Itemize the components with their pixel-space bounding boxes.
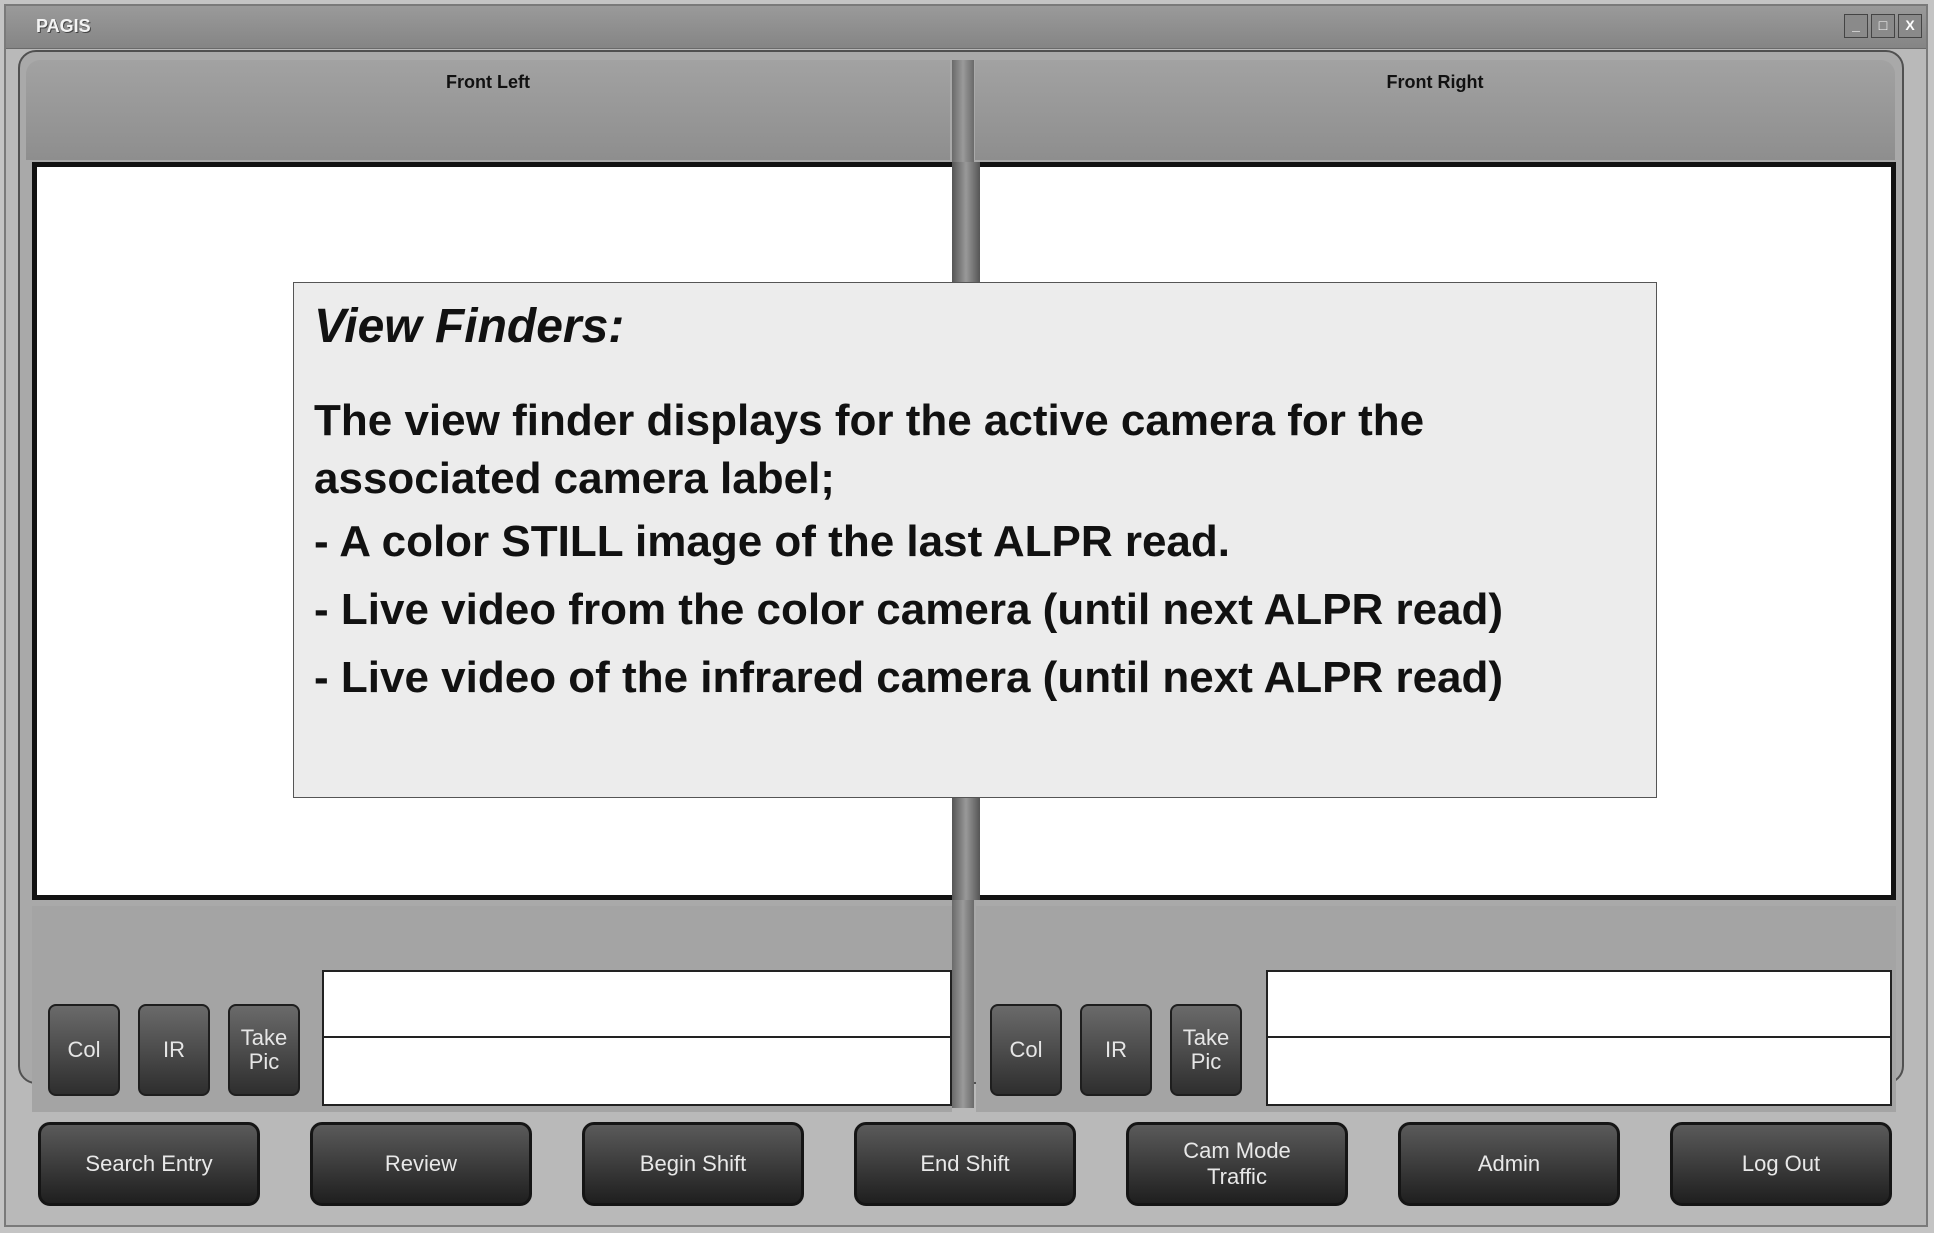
front-left-label: Front Left <box>446 72 530 92</box>
left-ir-button[interactable]: IR <box>138 1004 210 1096</box>
callout-bullet: - Live video from the color camera (unti… <box>314 585 1504 634</box>
maximize-button[interactable]: □ <box>1871 14 1895 38</box>
right-info-field-bottom <box>1266 1036 1892 1106</box>
left-take-pic-label-1: Take <box>240 1025 288 1050</box>
cam-mode-label: Cam Mode <box>1183 1138 1291 1163</box>
front-left-header: Front Left <box>26 60 950 160</box>
front-right-label: Front Right <box>1386 72 1484 92</box>
admin-label: Admin <box>1477 1151 1541 1176</box>
left-info-field-top <box>322 970 952 1038</box>
right-take-pic-label-2: Pic <box>1190 1049 1222 1074</box>
left-take-pic-label-2: Pic <box>248 1049 280 1074</box>
search-entry-button[interactable]: Search Entry <box>38 1122 260 1206</box>
app-title: PAGIS <box>36 16 91 36</box>
front-right-header: Front Right <box>975 60 1895 160</box>
left-ir-label: IR <box>163 1037 185 1062</box>
left-info-field-bottom <box>322 1036 952 1106</box>
window-controls: _ □ X <box>1844 14 1922 38</box>
action-bar: Search Entry Review Begin Shift End Shif… <box>26 1118 1902 1214</box>
begin-shift-button[interactable]: Begin Shift <box>582 1122 804 1206</box>
review-button[interactable]: Review <box>310 1122 532 1206</box>
viewfinder-callout: View Finders: The view finder displays f… <box>293 282 1657 798</box>
left-take-pic-button[interactable]: Take Pic <box>228 1004 300 1096</box>
cam-mode-button[interactable]: Cam Mode Traffic <box>1126 1122 1348 1206</box>
review-label: Review <box>384 1151 458 1176</box>
admin-button[interactable]: Admin <box>1398 1122 1620 1206</box>
right-info-field-top <box>1266 970 1892 1038</box>
left-col-label: Col <box>67 1037 101 1062</box>
log-out-button[interactable]: Log Out <box>1670 1122 1892 1206</box>
begin-shift-label: Begin Shift <box>639 1151 747 1176</box>
cam-mode-value: Traffic <box>1207 1164 1267 1189</box>
right-take-pic-button[interactable]: Take Pic <box>1170 1004 1242 1096</box>
callout-heading: View Finders: <box>314 300 625 353</box>
end-shift-button[interactable]: End Shift <box>854 1122 1076 1206</box>
front-right-controls: Col IR Take Pic <box>976 906 1896 1112</box>
log-out-label: Log Out <box>1741 1151 1821 1176</box>
right-ir-label: IR <box>1105 1037 1127 1062</box>
left-col-button[interactable]: Col <box>48 1004 120 1096</box>
search-entry-label: Search Entry <box>85 1151 213 1176</box>
minimize-button[interactable]: _ <box>1844 14 1868 38</box>
end-shift-label: End Shift <box>920 1151 1010 1176</box>
right-take-pic-label-1: Take <box>1182 1025 1230 1050</box>
right-col-button[interactable]: Col <box>990 1004 1062 1096</box>
callout-paragraph: The view finder displays for the active … <box>314 396 1425 503</box>
close-button[interactable]: X <box>1898 14 1922 38</box>
title-bar: PAGIS _ □ X <box>6 6 1926 49</box>
right-ir-button[interactable]: IR <box>1080 1004 1152 1096</box>
callout-bullet: - Live video of the infrared camera (unt… <box>314 653 1504 702</box>
front-left-controls: Col IR Take Pic <box>32 906 952 1112</box>
callout-bullet: - A color STILL image of the last ALPR r… <box>314 517 1230 566</box>
right-col-label: Col <box>1009 1037 1043 1062</box>
